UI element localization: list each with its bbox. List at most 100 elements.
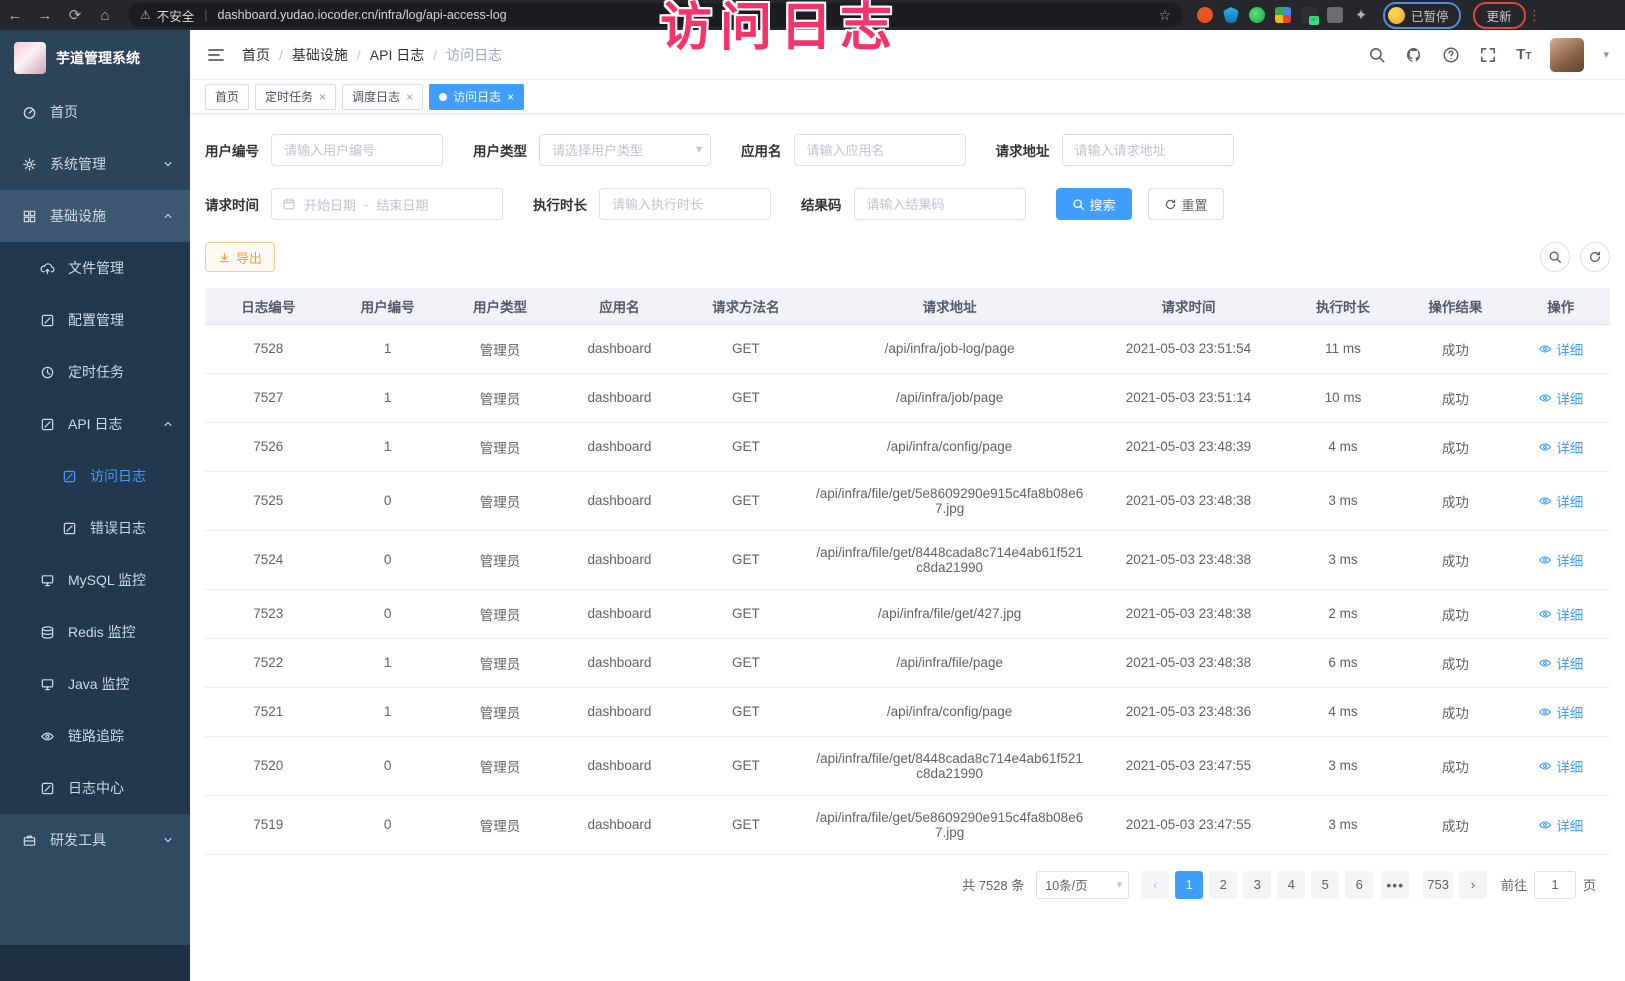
app-name-input[interactable] [794, 134, 966, 166]
date-range-input[interactable]: 开始日期 - 结束日期 [271, 188, 503, 220]
sidebar-item-api-log[interactable]: API 日志 [0, 398, 190, 450]
search-icon[interactable] [1368, 46, 1386, 64]
sidebar-item-job[interactable]: 定时任务 [0, 346, 190, 398]
page-button-4[interactable]: 4 [1277, 871, 1305, 899]
extension-icon-grid[interactable] [1275, 7, 1291, 23]
help-icon[interactable] [1442, 46, 1460, 64]
forward-icon[interactable]: → [30, 7, 60, 24]
page-button-1[interactable]: 1 [1175, 871, 1203, 899]
breadcrumb-home[interactable]: 首页 [242, 45, 270, 65]
cell-time: 2021-05-03 23:48:38 [1090, 530, 1287, 589]
table-settings [1540, 242, 1610, 272]
search-button[interactable]: 搜索 [1056, 188, 1132, 220]
menu-dots-icon[interactable]: ⋮ [1528, 7, 1542, 24]
col-log-id: 日志编号 [205, 288, 331, 324]
refresh-table-button[interactable] [1580, 242, 1610, 272]
bookmark-star-icon[interactable]: ☆ [1158, 7, 1171, 24]
reset-button[interactable]: 重置 [1148, 188, 1224, 220]
next-page-button[interactable]: › [1459, 871, 1487, 899]
extension-icon-shield[interactable] [1223, 7, 1239, 23]
user-type-select[interactable] [539, 134, 711, 166]
extension-icon-pin[interactable]: ✦ [1353, 6, 1369, 24]
extension-icon-orange[interactable] [1197, 7, 1213, 23]
cell-app: dashboard [556, 795, 682, 854]
sidebar-item-access-log[interactable]: 访问日志 [0, 450, 190, 502]
prev-page-button[interactable]: ‹ [1141, 871, 1169, 899]
browser-home-icon[interactable]: ⌂ [90, 7, 120, 24]
jump-page-input[interactable] [1534, 871, 1576, 899]
breadcrumb-api-log[interactable]: API 日志 [370, 45, 424, 65]
eye-icon [1538, 705, 1552, 719]
cell-duration: 3 ms [1287, 795, 1399, 854]
detail-link[interactable]: 详细 [1538, 550, 1583, 570]
page-button-2[interactable]: 2 [1209, 871, 1237, 899]
detail-link[interactable]: 详细 [1538, 815, 1583, 835]
reload-icon[interactable]: ⟳ [60, 6, 90, 24]
sidebar-item-trace[interactable]: 链路追踪 [0, 710, 190, 762]
page-size-select[interactable]: 10条/页 ▾ [1036, 871, 1129, 899]
tab-job-log[interactable]: 调度日志× [342, 84, 423, 110]
detail-label: 详细 [1556, 653, 1583, 673]
close-icon[interactable]: × [319, 90, 326, 104]
detail-link[interactable]: 详细 [1538, 756, 1583, 776]
sidebar-item-log-center[interactable]: 日志中心 [0, 762, 190, 814]
page-button-last[interactable]: 753 [1423, 871, 1453, 899]
caret-down-icon[interactable]: ▾ [1603, 48, 1609, 61]
page-button-6[interactable]: 6 [1345, 871, 1373, 899]
extension-icon-gray[interactable] [1327, 7, 1343, 23]
user-id-input[interactable] [271, 134, 443, 166]
request-url-input[interactable] [1062, 134, 1234, 166]
breadcrumb-infra[interactable]: 基础设施 [292, 45, 348, 65]
page-button-3[interactable]: 3 [1243, 871, 1271, 899]
sidebar-item-system[interactable]: 系统管理 [0, 138, 190, 190]
fullscreen-icon[interactable] [1479, 46, 1497, 64]
detail-link[interactable]: 详细 [1538, 653, 1583, 673]
detail-link[interactable]: 详细 [1538, 491, 1583, 511]
detail-link[interactable]: 详细 [1538, 388, 1583, 408]
extension-icon-android[interactable]: an [1301, 7, 1317, 23]
detail-link[interactable]: 详细 [1538, 437, 1583, 457]
sidebar-item-config[interactable]: 配置管理 [0, 294, 190, 346]
detail-link[interactable]: 详细 [1538, 604, 1583, 624]
detail-link[interactable]: 详细 [1538, 702, 1583, 722]
cell-log-id: 7524 [205, 530, 331, 589]
tab-home[interactable]: 首页 [205, 84, 249, 110]
close-icon[interactable]: × [507, 90, 514, 104]
github-icon[interactable] [1405, 46, 1423, 64]
address-bar[interactable]: ⚠ 不安全 | dashboard.yudao.iocoder.cn/infra… [128, 3, 1183, 27]
sidebar-item-redis[interactable]: Redis 监控 [0, 606, 190, 658]
cell-url: /api/infra/file/get/8448cada8c714e4ab61f… [809, 736, 1090, 795]
tab-job[interactable]: 定时任务× [255, 84, 336, 110]
user-avatar[interactable] [1550, 38, 1584, 72]
tab-access-log[interactable]: 访问日志 × [429, 84, 524, 110]
sidebar-item-home[interactable]: 首页 [0, 86, 190, 138]
export-button[interactable]: 导出 [205, 242, 275, 272]
duration-input[interactable] [599, 188, 771, 220]
sidebar-item-label: Redis 监控 [68, 622, 136, 642]
hamburger-icon[interactable] [206, 45, 226, 65]
sidebar-item-dev-tools[interactable]: 研发工具 [0, 814, 190, 866]
cell-method: GET [683, 530, 809, 589]
back-icon[interactable]: ← [0, 7, 30, 24]
more-pages-button[interactable]: ••• [1381, 871, 1409, 899]
cell-user-id: 0 [331, 589, 443, 638]
update-button[interactable]: 更新 [1473, 2, 1526, 29]
refresh-icon [1164, 198, 1177, 211]
chevron-down-icon [162, 158, 174, 170]
page-button-5[interactable]: 5 [1311, 871, 1339, 899]
result-code-input[interactable] [854, 188, 1026, 220]
sidebar-item-file[interactable]: 文件管理 [0, 242, 190, 294]
extension-icon-green[interactable] [1249, 7, 1265, 23]
sidebar-item-error-log[interactable]: 错误日志 [0, 502, 190, 554]
sidebar-item-infra[interactable]: 基础设施 [0, 190, 190, 242]
tab-label: 访问日志 [453, 88, 501, 105]
detail-link[interactable]: 详细 [1538, 339, 1583, 359]
close-icon[interactable]: × [406, 90, 413, 104]
toggle-search-button[interactable] [1540, 242, 1570, 272]
sidebar-item-mysql[interactable]: MySQL 监控 [0, 554, 190, 606]
cell-url: /api/infra/config/page [809, 422, 1090, 471]
sidebar-item-java[interactable]: Java 监控 [0, 658, 190, 710]
font-size-icon[interactable]: TT [1516, 46, 1531, 63]
profile-paused-pill[interactable]: 已暂停 [1383, 2, 1461, 29]
detail-label: 详细 [1556, 702, 1583, 722]
